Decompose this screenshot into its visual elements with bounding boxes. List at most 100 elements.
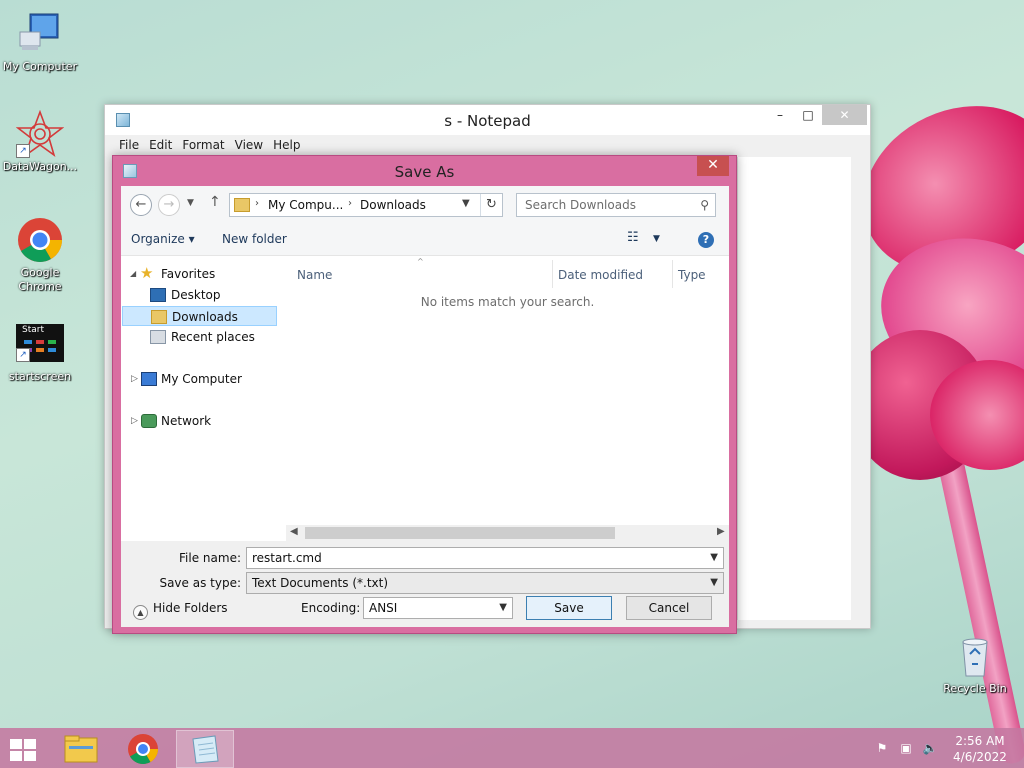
taskbar: ⚑ ▣ 🔈 2:56 AM 4/6/2022 <box>0 728 1024 768</box>
shortcut-arrow-icon: ↗ <box>16 144 30 158</box>
nav-label: Downloads <box>172 310 238 324</box>
chevron-down-icon[interactable]: ▼ <box>499 602 507 613</box>
address-dropdown-icon[interactable]: ▼ <box>462 198 470 209</box>
folder-icon <box>64 735 98 763</box>
network-icon <box>141 414 157 428</box>
save-button[interactable]: Save <box>526 596 612 620</box>
network-status-icon[interactable]: ▣ <box>898 740 914 756</box>
menu-help[interactable]: Help <box>269 135 306 157</box>
desktop-icon-startscreen[interactable]: Start ↗ startscreen <box>0 324 80 384</box>
address-box[interactable]: › My Compu... › Downloads ▼ ↻ <box>229 193 503 217</box>
sort-arrow-icon: ^ <box>417 257 424 266</box>
navigation-pane: ◢ ★ Favorites Desktop Downloads Recent p… <box>121 256 278 538</box>
action-center-flag-icon[interactable]: ⚑ <box>874 740 890 756</box>
volume-muted-icon[interactable]: 🔈 <box>922 740 938 756</box>
cancel-button[interactable]: Cancel <box>626 596 712 620</box>
file-name-value: restart.cmd <box>252 551 322 565</box>
view-options-icon[interactable]: ☷ <box>627 230 639 245</box>
folder-icon <box>234 198 250 212</box>
recent-locations-chevron-icon[interactable]: ▼ <box>187 198 194 208</box>
expand-arrow-icon[interactable]: ▷ <box>131 411 138 431</box>
command-toolbar: Organize ▾ New folder ☷ ▼ ? <box>121 224 729 256</box>
search-box[interactable]: ⚲ <box>516 193 716 217</box>
nav-item-network[interactable]: ▷ Network <box>121 411 278 431</box>
save-options-panel: File name: restart.cmd ▼ Save as type: T… <box>121 541 729 627</box>
nav-item-my-computer[interactable]: ▷ My Computer <box>121 369 278 389</box>
chrome-icon <box>16 216 64 264</box>
desktop-icon-label: My Computer <box>2 60 78 73</box>
collapse-arrow-icon[interactable]: ◢ <box>130 264 136 284</box>
column-header-date-modified[interactable]: Date modified <box>558 268 643 282</box>
taskbar-notepad[interactable] <box>176 730 234 768</box>
breadcrumb-my-computer[interactable]: My Compu... <box>268 198 343 212</box>
nav-item-desktop[interactable]: Desktop <box>121 285 278 305</box>
star-icon: ★ <box>140 264 154 282</box>
search-icon[interactable]: ⚲ <box>700 198 709 212</box>
menu-view[interactable]: View <box>231 135 269 157</box>
encoding-value: ANSI <box>369 601 398 615</box>
column-header-type[interactable]: Type <box>678 268 706 282</box>
column-header-name[interactable]: Name <box>297 268 332 282</box>
expand-arrow-icon[interactable]: ▷ <box>131 369 138 389</box>
nav-label: My Computer <box>161 372 242 386</box>
up-button[interactable]: ↑ <box>209 194 221 210</box>
file-name-label: File name: <box>179 551 241 565</box>
column-divider[interactable] <box>552 260 553 288</box>
nav-label: Recent places <box>171 330 255 344</box>
desktop-icon-label: DataWagon... <box>2 160 78 173</box>
scroll-left-icon[interactable]: ◀ <box>290 526 298 537</box>
notepad-vertical-scrollbar[interactable] <box>851 157 865 620</box>
nav-item-favorites[interactable]: ◢ ★ Favorites <box>121 264 278 284</box>
computer-icon <box>16 10 64 58</box>
menu-file[interactable]: File <box>115 135 145 157</box>
help-icon[interactable]: ? <box>698 232 714 248</box>
save-as-type-select[interactable]: Text Documents (*.txt) ▼ <box>246 572 724 594</box>
file-list-pane[interactable]: Name ^ Date modified Type No items match… <box>286 256 729 525</box>
empty-folder-message: No items match your search. <box>420 295 595 309</box>
chevron-down-icon[interactable]: ▼ <box>710 577 718 588</box>
view-dropdown-icon[interactable]: ▼ <box>653 234 660 244</box>
column-divider[interactable] <box>672 260 673 288</box>
notepad-text-area[interactable] <box>737 157 865 620</box>
desktop-icon-my-computer[interactable]: My Computer <box>0 10 80 74</box>
encoding-select[interactable]: ANSI ▼ <box>363 597 513 619</box>
breadcrumb-separator: › <box>348 198 352 209</box>
chevron-down-icon[interactable]: ▼ <box>710 552 718 563</box>
horizontal-scrollbar[interactable]: ◀ ▶ <box>286 525 729 541</box>
search-input[interactable] <box>517 194 687 216</box>
forward-button[interactable]: → <box>158 194 180 216</box>
desktop-icon-datawagon[interactable]: ↗ DataWagon... <box>0 109 80 174</box>
nav-label: Desktop <box>171 288 221 302</box>
minimize-button[interactable]: – <box>767 105 793 125</box>
start-button[interactable] <box>0 730 58 768</box>
taskbar-chrome[interactable] <box>114 730 172 768</box>
breadcrumb-downloads[interactable]: Downloads <box>360 198 426 212</box>
back-button[interactable]: ← <box>130 194 152 216</box>
desktop-icon-google-chrome[interactable]: Google Chrome <box>0 216 80 294</box>
refresh-icon[interactable]: ↻ <box>480 194 502 216</box>
new-folder-button[interactable]: New folder <box>222 232 287 246</box>
save-as-body: ← → ▼ ↑ › My Compu... › Downloads ▼ ↻ ⚲ … <box>121 186 729 627</box>
maximize-button[interactable]: □ <box>795 105 821 125</box>
collapse-up-icon: ▲ <box>133 605 148 620</box>
menu-edit[interactable]: Edit <box>145 135 178 157</box>
save-as-type-value: Text Documents (*.txt) <box>252 576 389 590</box>
notepad-title-bar[interactable]: s - Notepad – □ ✕ <box>105 105 870 135</box>
save-as-close-button[interactable]: ✕ <box>697 156 729 176</box>
nav-item-recent-places[interactable]: Recent places <box>121 327 278 347</box>
scrollbar-thumb[interactable] <box>305 527 615 539</box>
system-clock[interactable]: 2:56 AM 4/6/2022 <box>940 733 1020 765</box>
nav-item-downloads[interactable]: Downloads <box>122 306 277 326</box>
organize-button[interactable]: Organize ▾ <box>131 232 195 246</box>
notepad-close-button[interactable]: ✕ <box>822 105 867 125</box>
desktop-icon-recycle-bin[interactable]: Recycle Bin <box>935 632 1015 696</box>
save-as-title-bar[interactable]: Save As ✕ <box>113 156 736 186</box>
file-name-field[interactable]: restart.cmd ▼ <box>246 547 724 569</box>
desktop-icon-label: startscreen <box>8 370 72 383</box>
downloads-folder-icon <box>151 310 167 324</box>
encoding-label: Encoding: <box>301 601 361 615</box>
hide-folders-button[interactable]: ▲ Hide Folders <box>133 601 228 620</box>
taskbar-file-explorer[interactable] <box>52 730 110 768</box>
menu-format[interactable]: Format <box>178 135 230 157</box>
scroll-right-icon[interactable]: ▶ <box>717 526 725 537</box>
